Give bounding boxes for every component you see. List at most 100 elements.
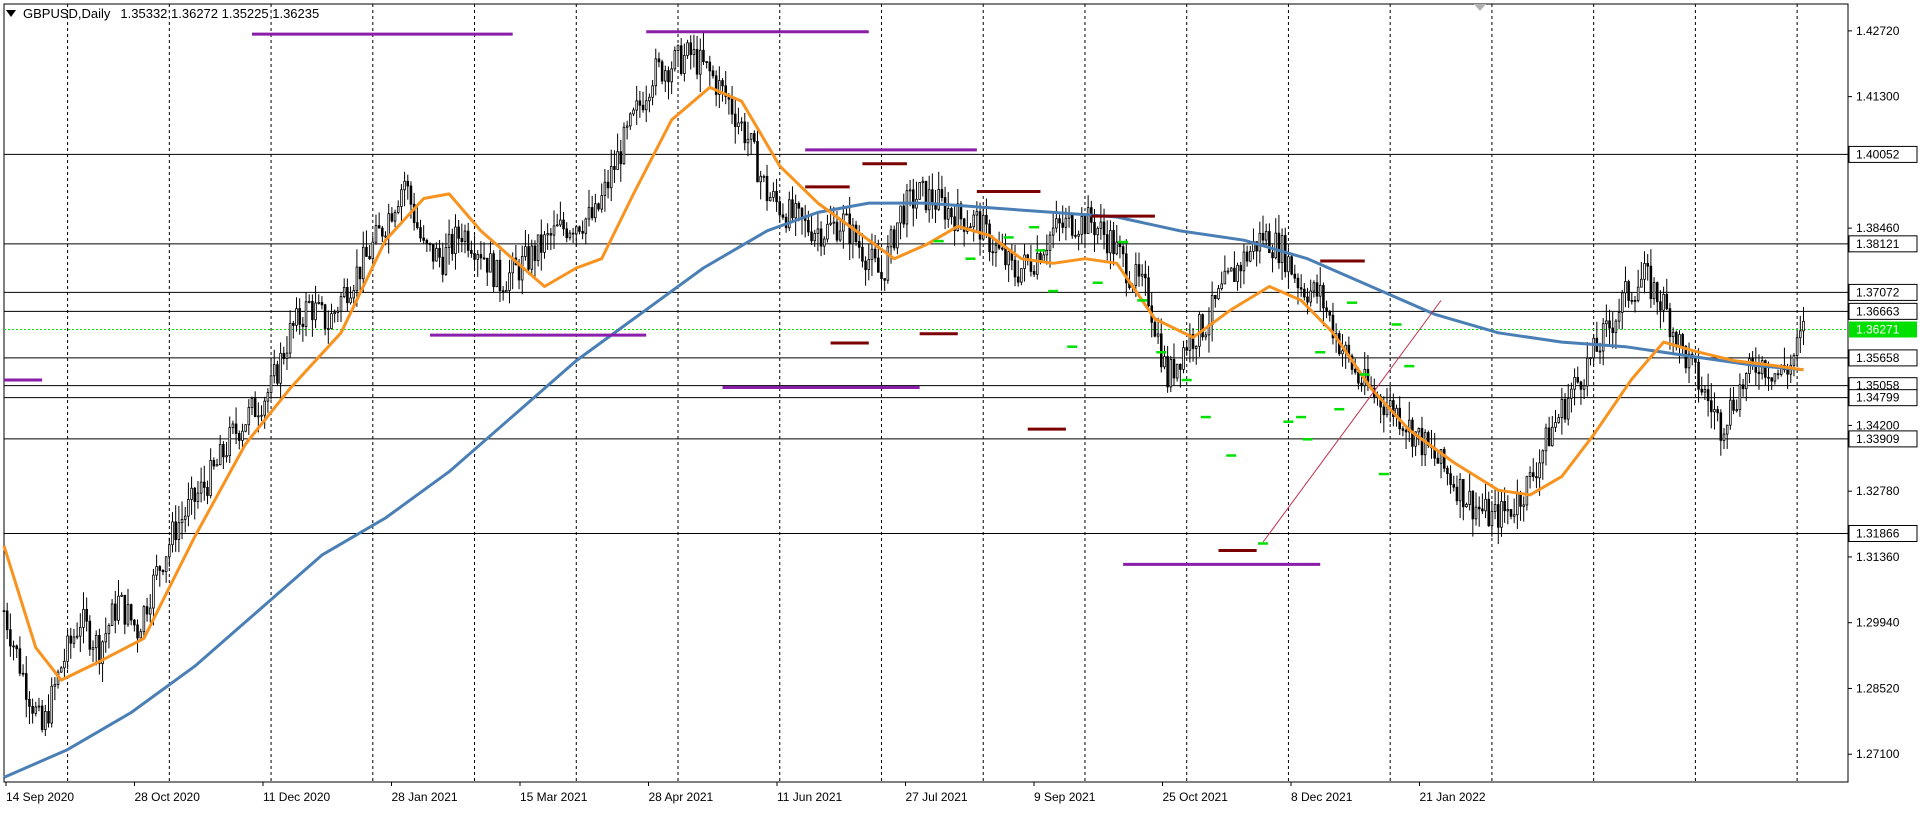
candle-body xyxy=(1388,400,1392,407)
candle-body xyxy=(1067,214,1071,219)
candle-body xyxy=(1659,301,1662,311)
candle-body xyxy=(1617,311,1621,322)
candle-body xyxy=(177,522,181,541)
candle-body xyxy=(82,608,85,628)
candle-body xyxy=(377,225,381,229)
candle-body xyxy=(1500,501,1503,528)
candle-body xyxy=(358,266,362,280)
price-chart[interactable]: 1.42720 1.41300 1.38460 1.34200 1.32780 1.313… xyxy=(0,0,1920,811)
candle-body xyxy=(495,259,499,288)
candle-body xyxy=(1083,215,1087,234)
candle-body xyxy=(368,256,371,260)
candle-body xyxy=(587,207,591,220)
symbol-label: GBPUSD,Daily xyxy=(23,6,111,21)
candle-body xyxy=(260,414,263,417)
candle-body xyxy=(1725,424,1729,435)
candle-body xyxy=(918,182,921,200)
level-label: 1.36663 xyxy=(1856,304,1900,318)
candle-body xyxy=(638,100,642,106)
candle-body xyxy=(1271,252,1274,259)
candle-body xyxy=(374,225,378,243)
candle-body xyxy=(12,645,15,648)
candle-body xyxy=(1649,265,1653,300)
candle-body xyxy=(695,49,699,75)
candle-body xyxy=(517,264,521,281)
candle-body xyxy=(536,234,540,262)
candle-body xyxy=(346,287,349,304)
candle-body xyxy=(1264,231,1268,241)
candle-body xyxy=(1032,270,1036,275)
chart-shift-icon xyxy=(1474,4,1486,11)
candle-body xyxy=(1201,314,1204,338)
candle-body xyxy=(1315,282,1319,297)
candle-body xyxy=(1401,428,1405,431)
candle-body xyxy=(59,667,63,673)
candle-body xyxy=(505,290,508,293)
candle-body xyxy=(1646,263,1649,267)
candle-body xyxy=(794,203,797,219)
candle-body xyxy=(1420,428,1424,456)
candle-body xyxy=(314,302,317,321)
candle-body xyxy=(1360,382,1363,387)
candle-body xyxy=(1051,227,1055,236)
level-label: 1.35658 xyxy=(1856,351,1900,365)
candle-body xyxy=(117,595,120,621)
candle-body xyxy=(1214,294,1217,300)
candle-body xyxy=(1442,449,1446,469)
candle-body xyxy=(1185,347,1188,351)
chart-window[interactable]: 1.42720 1.41300 1.38460 1.34200 1.32780 1.313… xyxy=(0,0,1920,811)
candle-body xyxy=(603,181,607,197)
candle-body xyxy=(1226,270,1230,273)
candle-body xyxy=(775,190,778,203)
level-label: 1.34799 xyxy=(1856,391,1900,405)
dropdown-triangle-icon[interactable] xyxy=(6,10,16,17)
candle-body xyxy=(139,631,142,639)
candle-body xyxy=(848,213,851,245)
candle-body xyxy=(1458,479,1462,502)
candle-body xyxy=(575,226,578,235)
candle-body xyxy=(940,189,944,198)
candle-body xyxy=(24,673,28,700)
candle-body xyxy=(1535,476,1538,479)
candle-body xyxy=(730,98,734,115)
candle-body xyxy=(276,364,279,384)
candle-body xyxy=(1722,433,1726,441)
candle-body xyxy=(1134,264,1138,286)
candle-body xyxy=(880,271,883,279)
candle-body xyxy=(441,256,445,275)
candle-body xyxy=(1484,498,1487,512)
candle-body xyxy=(1290,256,1293,275)
candle-body xyxy=(244,424,247,432)
candle-body xyxy=(400,189,403,207)
candle-body xyxy=(533,245,537,262)
price-tick-label: 1.34200 xyxy=(1856,418,1900,432)
candle-body xyxy=(1729,399,1732,426)
candle-body xyxy=(629,113,632,127)
candle-body xyxy=(927,189,931,211)
candle-body xyxy=(829,222,832,225)
candle-body xyxy=(295,308,298,326)
time-tick-label: 14 Sep 2020 xyxy=(6,790,74,804)
candle-body xyxy=(501,290,505,293)
time-axis: 14 Sep 2020 28 Oct 2020 11 Dec 2020 28 Jan … xyxy=(4,781,1848,804)
candle-body xyxy=(578,226,581,232)
candle-body xyxy=(1573,377,1576,390)
candle-body xyxy=(778,201,782,216)
candle-body xyxy=(549,233,553,236)
candle-body xyxy=(1786,369,1789,375)
candle-body xyxy=(1036,252,1039,275)
candle-body xyxy=(1182,347,1185,370)
candle-body xyxy=(174,521,177,541)
candle-body xyxy=(234,423,238,434)
candle-body xyxy=(1528,472,1532,478)
candle-body xyxy=(1280,235,1284,264)
candle-body xyxy=(1611,327,1615,334)
candle-body xyxy=(279,352,282,384)
candle-body xyxy=(1159,333,1163,368)
candle-body xyxy=(635,100,638,111)
candle-body xyxy=(1462,479,1465,508)
time-tick-label: 8 Dec 2021 xyxy=(1291,790,1353,804)
candle-body xyxy=(1070,214,1074,236)
candle-body xyxy=(1560,399,1564,419)
candle-body xyxy=(428,243,432,245)
